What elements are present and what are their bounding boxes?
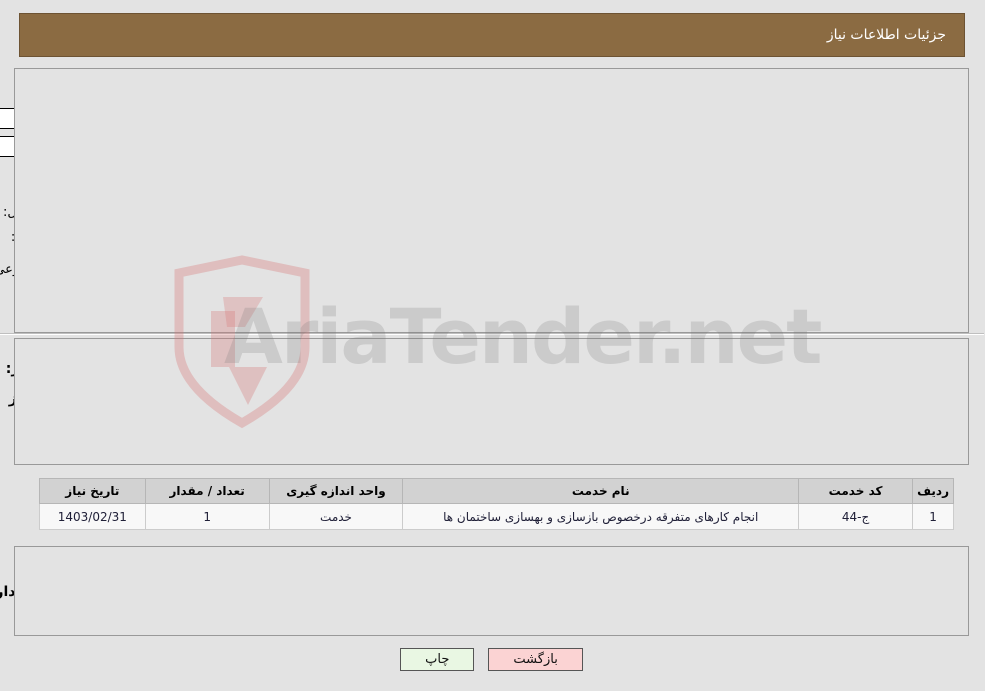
table-header-name: نام خدمت: [403, 478, 801, 504]
table-row: 1 ج-44 انجام کارهای متفرقه درخصوص بازساز…: [40, 503, 955, 530]
cell-name: انجام کارهای متفرقه درخصوص بازسازی و بهس…: [403, 503, 801, 530]
table-header-row-no: ردیف: [913, 478, 955, 504]
section-divider: [0, 333, 985, 335]
cell-row-no: 1: [913, 503, 955, 530]
page-title-bar: جزئیات اطلاعات نیاز: [20, 13, 966, 57]
table-header-unit: واحد اندازه گیری: [269, 478, 405, 504]
table-header-qty: تعداد / مقدار: [145, 478, 271, 504]
table-header-row: ردیف کد خدمت نام خدمت واحد اندازه گیری ت…: [40, 478, 955, 504]
back-button[interactable]: بازگشت: [489, 648, 584, 671]
cell-unit: خدمت: [269, 503, 405, 530]
table-header-date: تاریخ نیاز: [40, 478, 147, 504]
action-button-row: بازگشت چاپ: [0, 648, 985, 671]
need-info-panel: [15, 68, 970, 333]
services-table: ردیف کد خدمت نام خدمت واحد اندازه گیری ت…: [40, 478, 955, 530]
print-button[interactable]: چاپ: [401, 648, 476, 671]
buyer-notes-panel: [15, 546, 970, 636]
page-title: جزئیات اطلاعات نیاز: [827, 27, 947, 43]
table-header-code: کد خدمت: [799, 478, 915, 504]
cell-qty: 1: [145, 503, 271, 530]
need-description-panel: [15, 338, 970, 465]
cell-code: ج-44: [799, 503, 915, 530]
cell-need-date: 1403/02/31: [40, 503, 147, 530]
